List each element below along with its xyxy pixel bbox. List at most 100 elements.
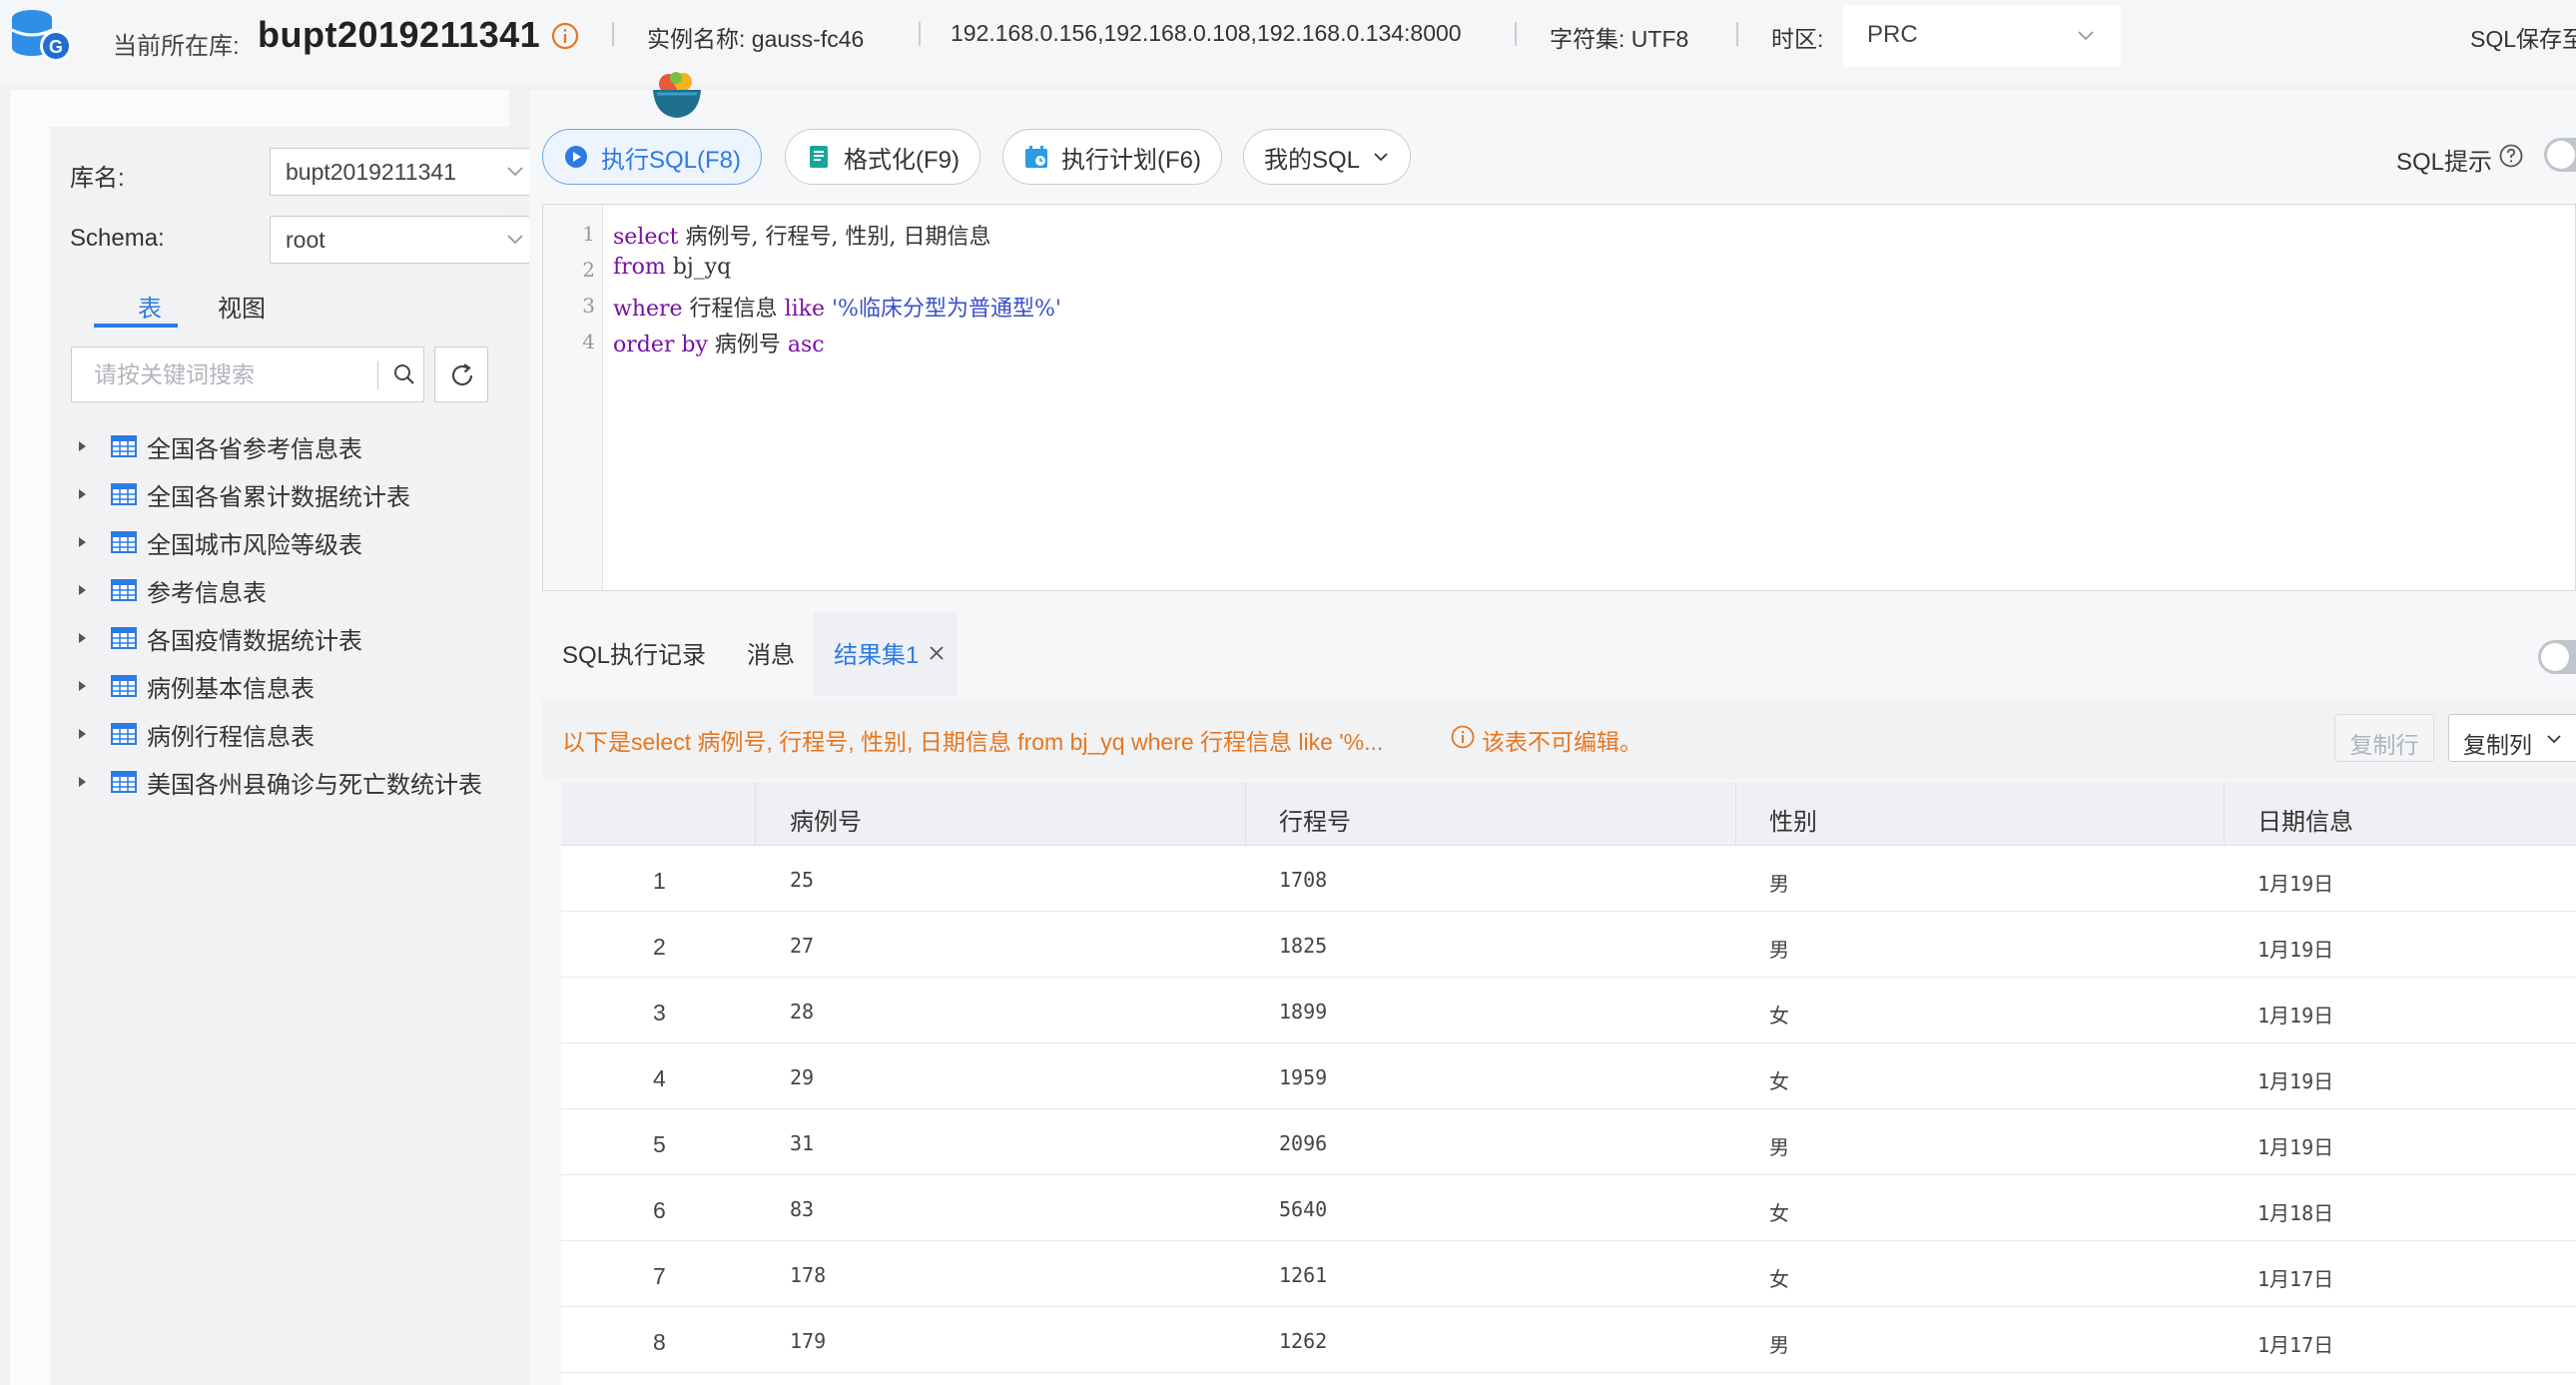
tab-tables[interactable]: 表 [138,289,162,324]
timezone-value: PRC [1867,21,1918,48]
execution-plan-button[interactable]: 执行计划(F6) [1002,129,1222,185]
execution-plan-label: 执行计划(F6) [1061,146,1201,174]
cell-date: 1月17日 [2257,1333,2334,1357]
line-number: 2 [582,258,595,282]
column-divider [755,782,756,846]
sql-hint-toggle[interactable] [2544,138,2576,172]
table-name: 各国疫情数据统计表 [147,627,362,655]
caret-right-icon[interactable] [75,631,89,645]
table-name: 全国城市风险等级表 [147,531,362,559]
cell-sex: 女 [1769,1201,1789,1225]
cell-sex: 男 [1769,872,1789,896]
cell-date: 1月19日 [2257,938,2334,962]
caret-right-icon[interactable] [75,535,89,549]
info-circle-icon[interactable] [551,22,579,50]
table-tree-item[interactable]: 各国疫情数据统计表 [75,618,362,658]
search-icon[interactable] [391,361,417,387]
sql-editor[interactable]: 1 2 3 4 select 病例号, 行程号, 性别, 日期信息 from b… [542,204,2576,591]
close-icon[interactable] [927,643,947,663]
tab-sql-history[interactable]: SQL执行记录 [562,635,706,670]
db-label: 库名: [70,165,125,192]
table-name: 美国各州县确诊与死亡数统计表 [147,771,482,799]
table-row[interactable]: 6 83 5640 女 1月18日 [561,1175,2576,1241]
column-header[interactable]: 日期信息 [2257,802,2353,837]
table-tree-item[interactable]: 全国各省参考信息表 [75,426,362,466]
my-sql-dropdown[interactable]: 我的SQL [1243,129,1412,185]
table-row[interactable]: 7 178 1261 女 1月17日 [561,1241,2576,1307]
sql-text: 病例号 [707,333,788,357]
cell-trip-id: 1825 [1279,934,1328,958]
cell-sex: 女 [1769,1267,1789,1291]
document-icon [810,146,828,168]
table-tree-item[interactable]: 美国各州县确诊与死亡数统计表 [75,762,482,802]
refresh-button[interactable] [434,346,488,402]
sql-string: '%临床分型为普通型%' [825,297,1061,322]
tab-messages[interactable]: 消息 [747,635,795,670]
table-row[interactable]: 2 27 1825 男 1月19日 [561,912,2576,978]
db-select[interactable]: bupt2019211341 [270,148,539,196]
cell-date: 1月18日 [2257,1201,2334,1225]
format-label: 格式化(F9) [844,146,960,174]
cell-trip-id: 1262 [1279,1329,1328,1353]
table-row[interactable]: 3 28 1899 女 1月19日 [561,978,2576,1043]
row-index: 8 [653,1329,666,1355]
column-divider [1735,782,1736,846]
cell-case-id: 29 [790,1065,815,1089]
sql-keyword: from [613,255,666,280]
table-grid-icon [111,435,137,457]
copy-column-dropdown[interactable]: 复制列 [2448,714,2576,762]
line-number: 3 [582,294,595,318]
column-header[interactable]: 性别 [1769,802,1817,837]
table-search-input[interactable] [72,347,361,401]
food-bowl-icon [653,72,701,118]
execute-sql-label: 执行SQL(F8) [601,146,742,174]
cell-trip-id: 1261 [1279,1263,1328,1287]
table-row[interactable]: 1 25 1708 男 1月19日 [561,846,2576,912]
table-row[interactable]: 4 29 1959 女 1月19日 [561,1043,2576,1109]
execute-sql-button[interactable]: 执行SQL(F8) [542,129,763,185]
cell-case-id: 28 [790,1000,815,1024]
caret-right-icon[interactable] [75,487,89,501]
refresh-icon [451,363,473,386]
calendar-plan-icon [1025,146,1047,168]
copy-row-button[interactable]: 复制行 [2334,714,2434,762]
table-grid-icon [111,579,137,601]
table-tree-item[interactable]: 病例基本信息表 [75,666,315,706]
result-toggle[interactable] [2538,640,2576,674]
caret-right-icon[interactable] [75,583,89,597]
table-row[interactable]: 5 31 2096 男 1月19日 [561,1109,2576,1175]
table-tree-item[interactable]: 病例行程信息表 [75,714,315,754]
table-tree-item[interactable]: 全国各省累计数据统计表 [75,474,410,514]
tab-views[interactable]: 视图 [218,289,266,324]
column-divider [1245,782,1246,846]
code-line: where 行程信息 like '%临床分型为普通型%' [613,291,1061,323]
sql-keyword: like [784,297,825,322]
caret-right-icon[interactable] [75,679,89,693]
table-name: 参考信息表 [147,579,267,607]
caret-right-icon[interactable] [75,775,89,789]
column-header[interactable]: 行程号 [1279,802,1351,837]
sql-text: 行程信息 [682,297,785,322]
sql-save-link[interactable]: SQL保存至 [2470,20,2576,54]
question-circle-icon[interactable] [2498,143,2524,169]
table-row[interactable]: 8 179 1262 男 1月17日 [561,1307,2576,1373]
cell-case-id: 27 [790,934,815,958]
chevron-down-icon [1374,153,1388,162]
format-button[interactable]: 格式化(F9) [785,129,980,185]
cell-trip-id: 1708 [1279,868,1328,892]
cell-date: 1月19日 [2257,1135,2334,1159]
database-logo-icon: G [11,10,72,62]
table-tree-item[interactable]: 参考信息表 [75,570,267,610]
host-list: 192.168.0.156,192.168.0.108,192.168.0.13… [951,20,1462,46]
column-header[interactable]: 病例号 [790,802,862,837]
table-name: 全国各省累计数据统计表 [147,483,410,511]
table-name: 病例基本信息表 [147,675,315,703]
schema-select[interactable]: root [270,216,539,264]
cell-case-id: 179 [790,1329,827,1353]
cell-sex: 女 [1769,1004,1789,1028]
caret-right-icon[interactable] [75,439,89,453]
timezone-select[interactable]: PRC [1843,5,2121,67]
tab-result-set[interactable]: 结果集1 [834,635,919,670]
table-tree-item[interactable]: 全国城市风险等级表 [75,522,362,562]
caret-right-icon[interactable] [75,727,89,741]
